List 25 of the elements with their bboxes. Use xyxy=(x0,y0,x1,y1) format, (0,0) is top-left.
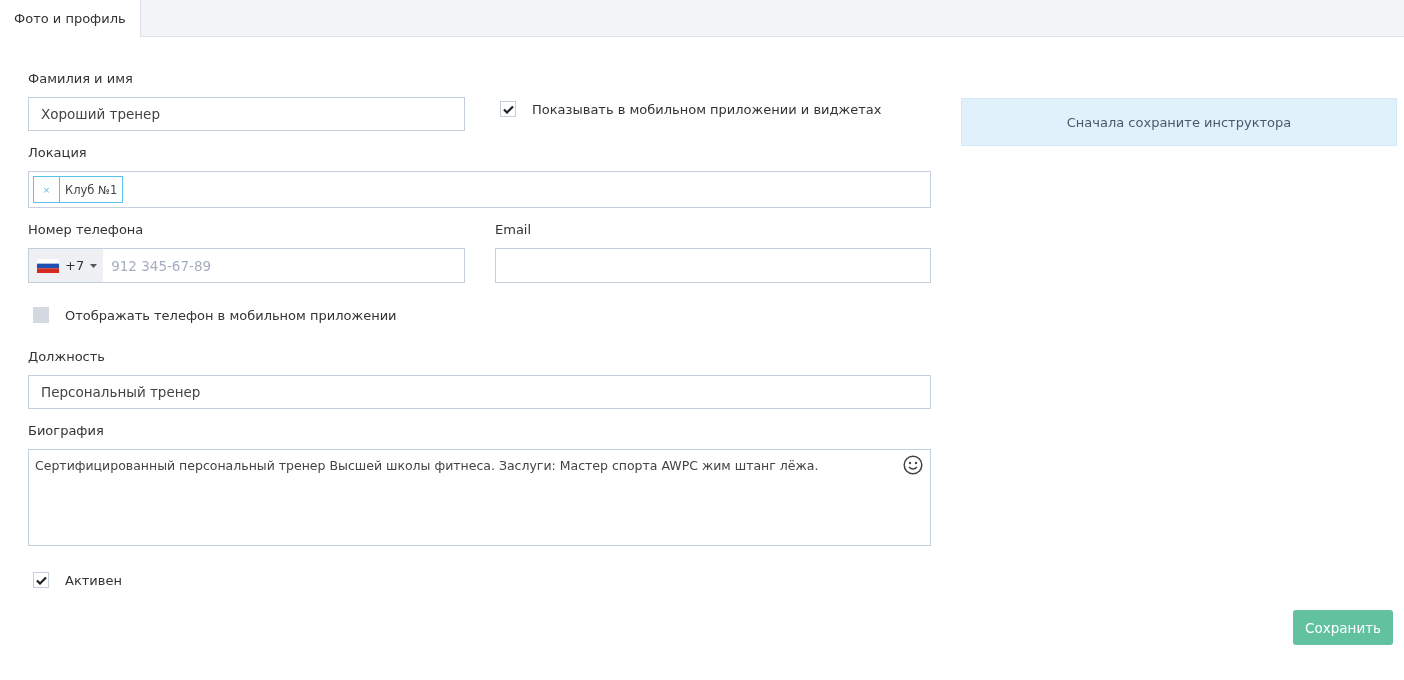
checkbox[interactable] xyxy=(33,307,49,323)
checkbox[interactable] xyxy=(500,101,516,117)
emoji-icon[interactable] xyxy=(903,455,923,475)
checkbox-label: Показывать в мобильном приложении и виджетах xyxy=(532,101,882,117)
email-input[interactable] xyxy=(495,248,931,283)
location-field[interactable]: × Клуб №1 xyxy=(28,171,931,208)
field-label: Должность xyxy=(28,349,106,365)
checkbox[interactable] xyxy=(33,572,49,588)
tab[interactable]: Фото и профиль xyxy=(0,0,141,37)
flag-icon xyxy=(37,258,59,273)
field-label: Локация xyxy=(28,145,88,161)
field-label: Email xyxy=(495,222,533,238)
tag-label: Клуб №1 xyxy=(64,181,119,199)
position-input[interactable]: Персональный тренер xyxy=(28,375,931,409)
name-input[interactable]: Хороший тренер xyxy=(28,97,465,131)
checkbox-label: Активен xyxy=(65,572,122,588)
caret-icon xyxy=(90,263,98,268)
country-code-dropdown[interactable]: +7 xyxy=(29,249,104,282)
field-label: Фамилия и имя xyxy=(28,71,134,87)
biography-field[interactable]: Сертифицированный персональный тренер Высшей школы фитнеса. Заслуги: Мастер спорта AWPC жим штанг лёжа. xyxy=(28,449,931,546)
phone-field[interactable]: +7 912 345-67-89 xyxy=(28,248,465,283)
checkbox-label: Отображать телефон в мобильном приложении xyxy=(65,307,397,323)
notice-banner: Сначала сохраните инструктора xyxy=(961,98,1397,146)
field-label: Номер телефона xyxy=(28,222,145,238)
field-label: Биография xyxy=(28,423,105,439)
